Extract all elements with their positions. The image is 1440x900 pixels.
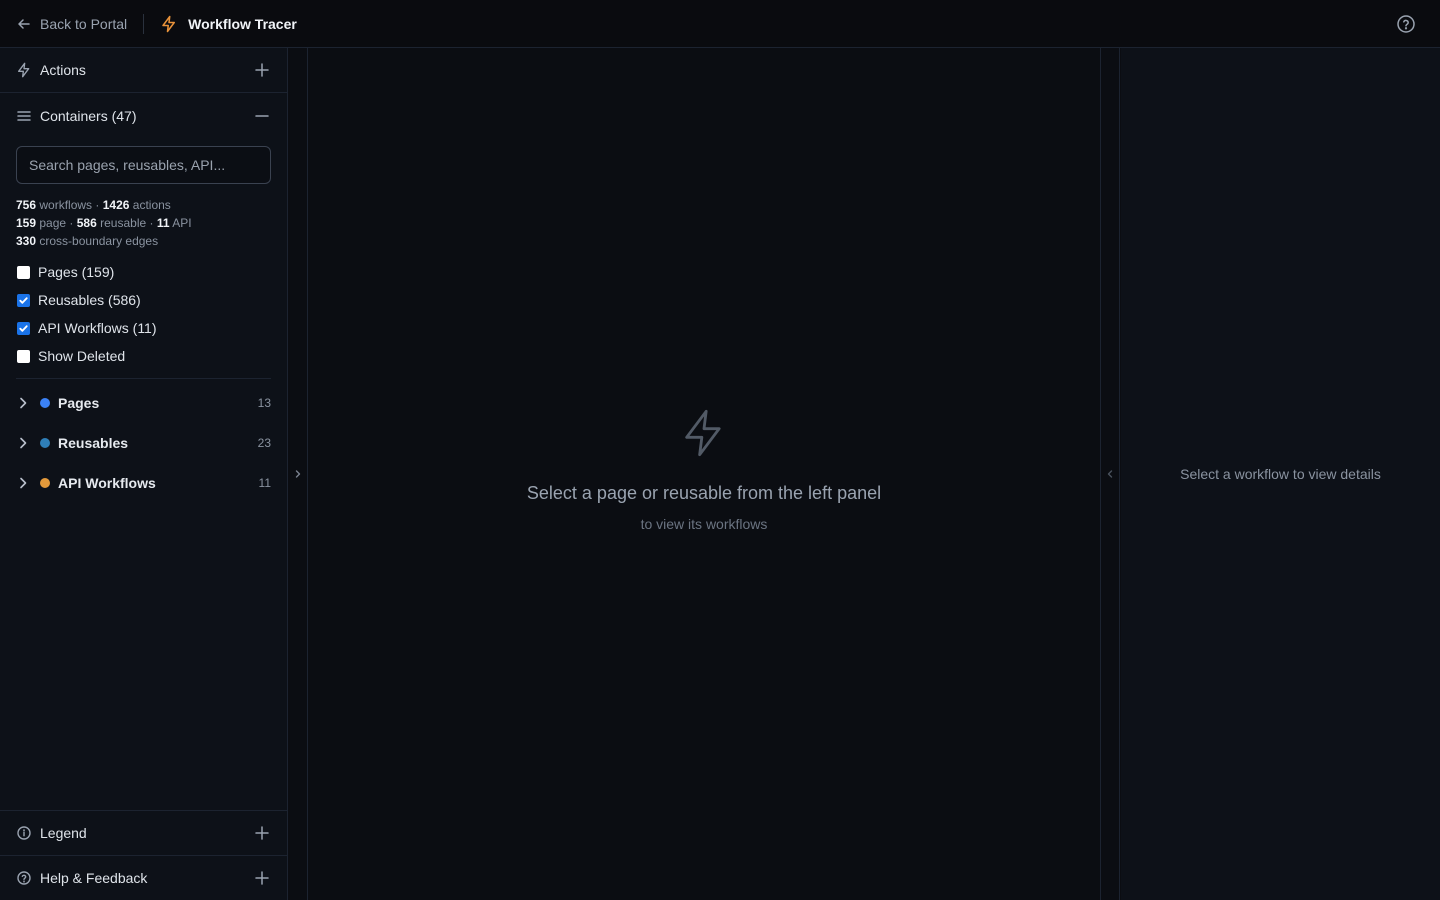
plus-icon[interactable] — [254, 870, 270, 886]
check-icon — [19, 324, 28, 332]
checkbox-reusables[interactable] — [17, 293, 30, 307]
check-icon — [19, 296, 28, 304]
legend-label: Legend — [40, 825, 87, 841]
details-panel: Select a workflow to view details — [1121, 48, 1440, 900]
container-tree: Pages 13 Reusables 23 API Workflows 11 — [0, 379, 287, 503]
details-empty-text: Select a workflow to view details — [1180, 466, 1381, 482]
tree-item-count: 13 — [257, 396, 271, 410]
empty-state-title: Select a page or reusable from the left … — [526, 482, 882, 503]
app-title-text: Workflow Tracer — [188, 15, 297, 32]
workflow-canvas: Select a page or reusable from the left … — [308, 48, 1100, 900]
actions-section-header[interactable]: Actions — [0, 48, 287, 93]
checkbox-show-deleted[interactable] — [17, 349, 30, 363]
app-title: Workflow Tracer — [160, 15, 297, 33]
tree-item-api-workflows[interactable]: API Workflows 11 — [0, 463, 287, 503]
filter-label: API Workflows (11) — [38, 320, 157, 336]
chevron-right-icon — [20, 437, 27, 449]
bolt-icon — [685, 409, 721, 456]
chevron-right-icon — [20, 477, 27, 489]
status-dot — [40, 478, 50, 488]
plus-icon[interactable] — [254, 62, 270, 78]
bolt-icon — [18, 62, 30, 78]
filter-show-deleted[interactable]: Show Deleted — [16, 342, 271, 370]
help-icon[interactable] — [1396, 14, 1416, 34]
filter-api-workflows[interactable]: API Workflows (11) — [16, 314, 271, 342]
help-feedback-section-header[interactable]: Help & Feedback — [0, 855, 287, 900]
chevron-right-icon — [295, 470, 300, 478]
containers-label: Containers (47) — [40, 107, 137, 124]
tree-item-label: Reusables — [58, 435, 129, 451]
filter-pages[interactable]: Pages (159) — [16, 258, 271, 286]
search-input[interactable] — [16, 146, 271, 184]
checkbox-api-workflows[interactable] — [17, 321, 30, 335]
list-icon — [17, 110, 31, 121]
back-to-portal-label: Back to Portal — [40, 15, 128, 32]
left-panel-collapse-handle[interactable] — [288, 48, 308, 900]
filter-list: Pages (159) Reusables (586) API Workflow… — [0, 250, 287, 370]
minus-icon[interactable] — [254, 108, 270, 124]
checkbox-pages[interactable] — [17, 265, 30, 279]
tree-item-count: 11 — [258, 476, 271, 490]
help-feedback-label: Help & Feedback — [40, 870, 148, 886]
top-bar: Back to Portal Workflow Tracer — [0, 0, 1440, 48]
stats-summary: 756 workflows · 1426 actions 159 page · … — [16, 198, 192, 248]
topbar-divider — [143, 13, 145, 34]
tree-item-pages[interactable]: Pages 13 — [0, 383, 287, 423]
plus-icon[interactable] — [254, 825, 270, 841]
empty-state-subtitle: to view its workflows — [640, 515, 768, 532]
bolt-icon — [162, 15, 176, 32]
info-icon — [17, 826, 31, 840]
filter-reusables[interactable]: Reusables (586) — [16, 286, 271, 314]
status-dot — [40, 438, 50, 448]
arrow-left-icon — [18, 18, 30, 29]
tree-item-count: 23 — [257, 436, 271, 450]
chevron-right-icon — [20, 397, 27, 409]
tree-item-reusables[interactable]: Reusables 23 — [0, 423, 287, 463]
back-to-portal-link[interactable]: Back to Portal — [16, 16, 127, 32]
filter-label: Reusables (586) — [38, 292, 141, 308]
containers-section-header[interactable]: Containers (47) — [0, 93, 287, 138]
status-dot — [40, 398, 50, 408]
tree-item-label: Pages — [58, 395, 100, 411]
filter-label: Show Deleted — [38, 348, 126, 364]
actions-label: Actions — [40, 62, 86, 78]
right-panel-collapse-handle[interactable] — [1100, 48, 1120, 900]
help-icon — [17, 871, 31, 885]
sidebar: Actions Containers (47) 756 workflows · … — [0, 48, 288, 900]
tree-item-label: API Workflows — [58, 475, 156, 491]
legend-section-header[interactable]: Legend — [0, 810, 287, 855]
chevron-left-icon — [1107, 470, 1113, 478]
filter-label: Pages (159) — [38, 264, 115, 280]
